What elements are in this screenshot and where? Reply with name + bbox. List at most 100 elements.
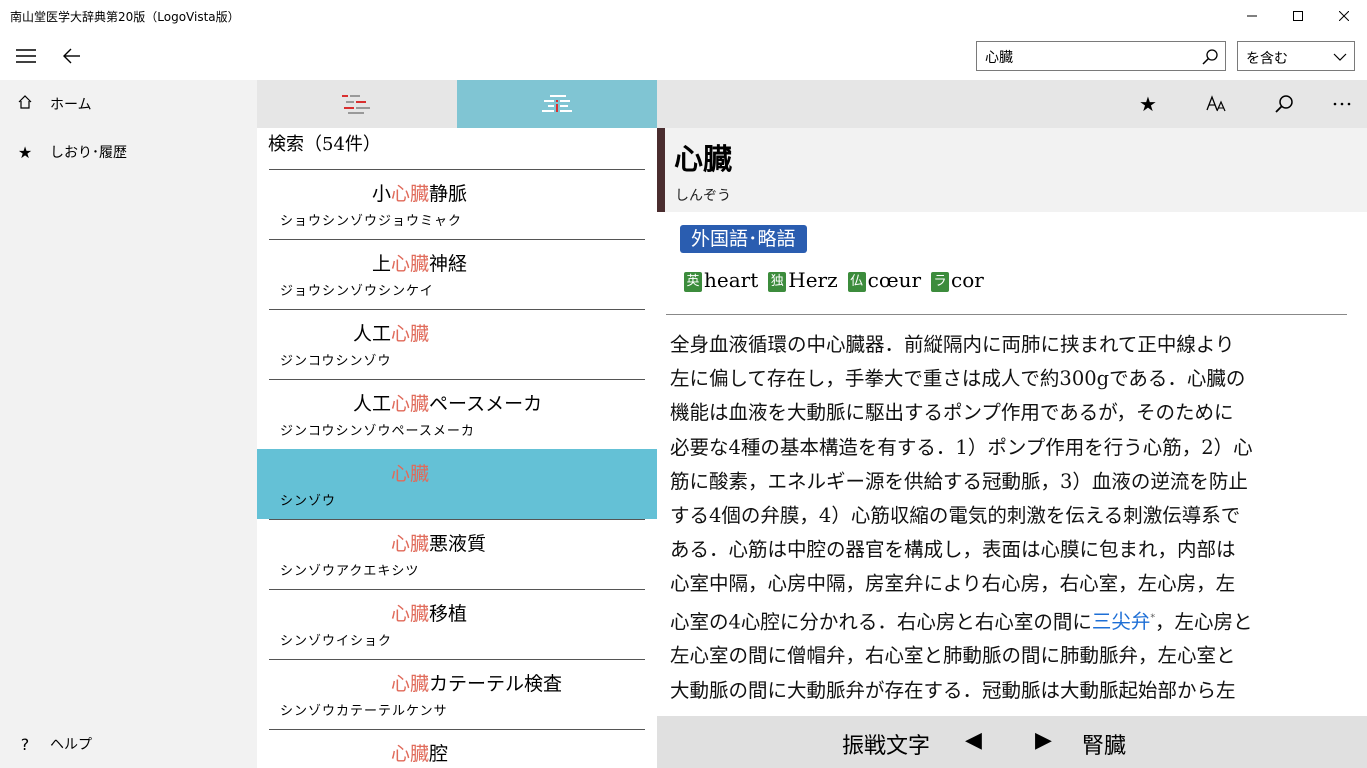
result-title-match: 心臓 [391,253,430,275]
tab-list-view[interactable] [257,80,457,128]
result-title-suffix: 悪液質 [429,533,487,555]
window-title: 南山堂医学大辞典第20版（LogoVista版） [10,10,240,24]
maximize-icon [1293,11,1303,21]
result-title: 人工心臓ペースメーカ [353,389,542,416]
next-entry-label[interactable]: 腎臓 [1082,728,1126,760]
result-row[interactable]: 心臓シンゾウ [257,449,657,519]
result-title: 心臓移植 [391,599,467,626]
search-input[interactable] [985,47,1195,67]
result-title-match: 心臓 [391,463,430,485]
foreign-word: heart [704,268,759,292]
font-size-button[interactable] [1198,88,1234,120]
nav-item-label: ヘルプ [50,737,92,753]
entry-body: 全身血液循環の中心臓器．前縦隔内に両肺に挟まれて正中線より 左に偏して存在し，手拳… [670,328,1350,708]
star-icon: ★ [1139,92,1157,116]
result-list-pane: 検索（54件） 小心臓静脈 ショウシンゾウジョウミャク 上心臓神経 ジョウシンゾウシン… [257,80,657,768]
result-title-prefix: 人工 [352,393,391,415]
divider [666,314,1347,315]
body-line: 機能は血液を大動脈に駆出するポンプ作用であるが，そのために [670,401,1234,425]
foreign-word: cœur [867,268,922,292]
result-title-suffix: 腔 [429,743,449,765]
close-button[interactable] [1321,0,1367,32]
nav-item-label: しおり･履歴 [50,145,127,161]
result-count: 検索（54件） [268,134,381,155]
entry-headword: 心臓 [674,142,733,176]
nav-item-help[interactable]: ? ヘルプ [0,720,257,768]
centered-list-icon [542,95,572,112]
body-line: 心室の4心腔に分かれる．右心房と右心室の間に三尖弁*，左心房と [670,602,1350,640]
result-row[interactable]: 人工心臓 ジンコウシンゾウ [257,309,657,379]
tab-centered-view[interactable] [457,80,657,128]
detail-toolbar: ★ [657,80,1367,128]
entry-accent-bar [657,128,665,212]
body-line: 全身血液循環の中心臓器．前縦隔内に両肺に挟まれて正中線より [670,333,1235,356]
hamburger-icon [16,49,36,63]
result-title: 心臓悪液質 [391,529,486,556]
result-reading: シンゾウイショク [280,634,393,649]
home-icon [0,94,50,114]
foreign-terms: 英 heart 独 Herz 仏 cœur ラ cor [684,268,994,292]
result-row[interactable]: 心臓カテーテル検査 シンゾウカテーテルケンサ [257,659,657,729]
result-title-suffix: 神経 [429,253,468,275]
language-tag: 英 [684,271,702,292]
result-reading: ジョウシンゾウシンケイ [280,284,434,299]
result-title-match: 心臓 [391,183,430,205]
more-options-button[interactable] [1324,88,1360,120]
nav-item-label: ホーム [50,97,92,113]
result-row[interactable]: 心臓腔 [257,729,657,768]
minimize-button[interactable] [1229,0,1275,32]
body-line: 必要な4種の基本構造を有する．1）ポンプ作用を行う心筋，2）心 [670,435,1253,459]
body-line: 左に偏して存在し，手拳大で重さは成人で約300gである．心臓の [670,367,1246,391]
body-line: 左心室の間に僧帽弁，右心室と肺動脈の間に肺動脈弁，左心室と [670,644,1236,668]
body-line: ある．心筋は中腔の器官を構成し，表面は心膜に包まれ，内部は [670,538,1236,562]
nav-item-home[interactable]: ホーム [0,80,257,128]
result-title-prefix: 上 [371,253,391,275]
foreign-word: Herz [788,268,838,292]
match-mode-value: を含む [1246,51,1288,67]
result-title-suffix: 静脈 [429,183,468,205]
list-view-icon [342,95,370,114]
next-entry-button[interactable]: ▶ [1035,728,1052,753]
result-title-match: 心臓 [391,673,430,695]
nav-item-bookmarks-history[interactable]: ★ しおり･履歴 [0,128,257,176]
result-row[interactable]: 心臓移植シンゾウイショク [257,589,657,659]
foreign-word: cor [951,268,984,292]
result-row[interactable]: 小心臓静脈 ショウシンゾウジョウミャク [257,169,657,239]
result-title: 心臓カテーテル検査 [391,669,562,696]
help-icon: ? [20,734,30,754]
body-line: する4個の弁膜，4）心筋収縮の電気的刺激を伝える刺激伝導系で [670,504,1241,528]
more-icon [1333,102,1351,106]
body-line: 大動脈の間に大動脈弁が存在する．冠動脈は大動脈起始部から左 [670,678,1236,702]
body-line: 心室中隔，心房中隔，房室弁により右心房，右心室，左心房，左 [670,572,1236,596]
find-in-page-button[interactable] [1266,88,1302,120]
hamburger-menu-button[interactable] [10,40,42,72]
result-title-match: 心臓 [391,743,430,765]
match-mode-select[interactable]: を含む [1237,41,1355,71]
result-title: 人工心臓 [353,319,429,346]
entry-header: 心臓 しんぞう [657,128,1367,212]
cross-reference-text: 三尖弁 [1091,610,1151,634]
result-reading: シンゾウ [280,494,337,509]
result-reading: ジンコウシンゾウペースメーカ [280,424,475,439]
back-button[interactable] [56,40,88,72]
result-title-match: 心臓 [391,603,430,625]
previous-entry-button[interactable]: ◀ [965,728,982,753]
cross-reference-link[interactable]: 三尖弁* [1092,610,1155,633]
result-reading: シンゾウアクエキシツ [280,564,420,579]
body-line: 筋に酸素，エネルギー源を供給する冠動脈，3）血液の逆流を防止 [670,469,1248,493]
entry-reading: しんぞう [675,188,731,204]
minimize-icon [1247,15,1257,17]
result-title: 心臓腔 [391,739,448,766]
previous-entry-label[interactable]: 振戦文字 [842,728,930,760]
result-row[interactable]: 心臓悪液質シンゾウアクエキシツ [257,519,657,589]
search-box[interactable] [976,41,1226,71]
chevron-down-icon [1333,53,1347,61]
bookmark-button[interactable]: ★ [1130,88,1166,120]
result-row[interactable]: 上心臓神経ジョウシンゾウシンケイ [257,239,657,309]
search-icon[interactable] [1201,48,1219,66]
back-arrow-icon [63,48,80,64]
close-icon [1339,11,1349,21]
maximize-button[interactable] [1275,0,1321,32]
result-title: 小心臓静脈 [372,179,467,206]
result-row[interactable]: 人工心臓ペースメーカジンコウシンゾウペースメーカ [257,379,657,449]
